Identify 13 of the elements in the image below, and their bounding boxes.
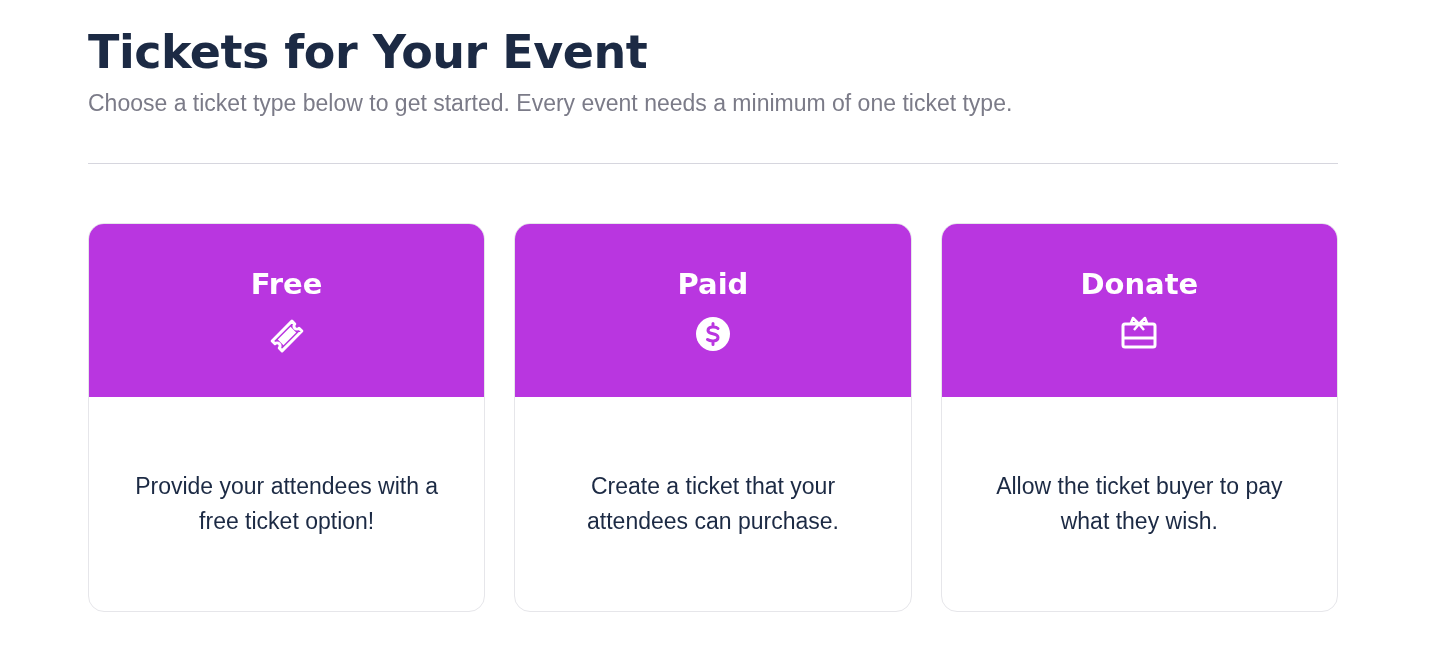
ticket-type-card[interactable]: Paid Create a ticket that your attendees can purchase. xyxy=(514,223,912,612)
ticket-type-name: Paid xyxy=(677,266,749,302)
ticket-type-name: Free xyxy=(250,266,323,302)
ticket-type-card[interactable]: Free Provide your attendees with a free ticket option! xyxy=(88,223,486,612)
dollar-icon xyxy=(695,316,731,352)
ticket-type-name: Donate xyxy=(1080,266,1199,302)
ticket-type-description: Allow the ticket buyer to pay what they wish. xyxy=(995,472,1284,536)
ticket-type-description: Create a ticket that your attendees can purchase. xyxy=(586,472,840,536)
gift-card-icon xyxy=(1120,316,1159,350)
ticket-type-description: Provide your attendees with a free ticket option! xyxy=(134,472,440,536)
page-title: Tickets for Your Event xyxy=(88,24,649,81)
ticket-type-card[interactable]: Donate Allow the ticket buyer to pay what they wish. xyxy=(940,223,1338,612)
page-subtitle: Choose a ticket type below to get started. Every event needs a minimum of one ticket type. xyxy=(88,90,1014,117)
